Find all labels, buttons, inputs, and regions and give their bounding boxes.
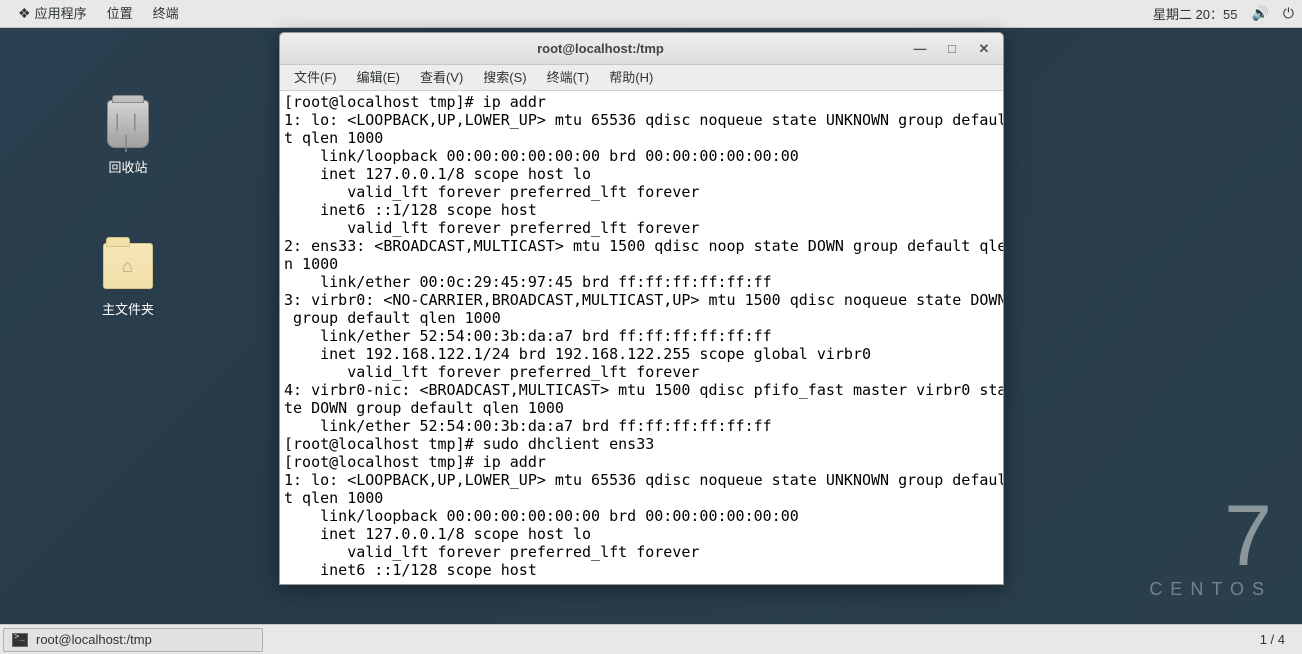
menu-edit[interactable]: 编辑(E) bbox=[347, 65, 410, 91]
trash-label: 回收站 bbox=[88, 157, 168, 176]
centos-version: 7 bbox=[1149, 493, 1272, 579]
top-panel-left: ❖ 应用程序 位置 终端 bbox=[8, 0, 189, 28]
centos-name: CENTOS bbox=[1149, 579, 1272, 600]
window-controls: — □ ✕ bbox=[911, 40, 993, 58]
top-panel: ❖ 应用程序 位置 终端 星期二 20：55 🔊 ⏻ bbox=[0, 0, 1302, 28]
volume-icon[interactable]: 🔊 bbox=[1251, 5, 1268, 22]
terminal-output[interactable]: [root@localhost tmp]# ip addr 1: lo: <LO… bbox=[280, 91, 1003, 584]
desktop[interactable]: 回收站 ⌂ 主文件夹 7 CENTOS root@localhost:/tmp … bbox=[0, 28, 1302, 624]
trash-can-icon bbox=[103, 96, 153, 151]
menu-search[interactable]: 搜索(S) bbox=[473, 65, 536, 91]
folder-icon: ⌂ bbox=[103, 238, 153, 293]
power-icon[interactable]: ⏻ bbox=[1283, 5, 1294, 22]
taskbar-terminal[interactable]: root@localhost:/tmp bbox=[3, 628, 263, 652]
workspace-switcher[interactable]: 1 / 4 bbox=[1246, 632, 1299, 647]
home-folder-icon[interactable]: ⌂ 主文件夹 bbox=[88, 238, 168, 318]
menu-terminal[interactable]: 终端(T) bbox=[537, 65, 600, 91]
menu-help[interactable]: 帮助(H) bbox=[599, 65, 663, 91]
applications-icon: ❖ bbox=[18, 0, 31, 27]
maximize-button[interactable]: □ bbox=[943, 40, 961, 58]
applications-label: 应用程序 bbox=[35, 6, 87, 21]
menubar: 文件(F) 编辑(E) 查看(V) 搜索(S) 终端(T) 帮助(H) bbox=[280, 65, 1003, 91]
titlebar[interactable]: root@localhost:/tmp — □ ✕ bbox=[280, 33, 1003, 65]
places-menu[interactable]: 位置 bbox=[97, 0, 143, 28]
menu-file[interactable]: 文件(F) bbox=[284, 65, 347, 91]
terminal-menu[interactable]: 终端 bbox=[143, 0, 189, 28]
window-title: root@localhost:/tmp bbox=[290, 41, 911, 56]
bottom-panel: root@localhost:/tmp 1 / 4 bbox=[0, 624, 1302, 654]
close-button[interactable]: ✕ bbox=[975, 40, 993, 58]
top-panel-right: 星期二 20：55 🔊 ⏻ bbox=[1153, 4, 1294, 23]
clock[interactable]: 星期二 20：55 bbox=[1153, 4, 1238, 23]
applications-menu[interactable]: ❖ 应用程序 bbox=[8, 0, 97, 28]
centos-brand: 7 CENTOS bbox=[1149, 493, 1272, 600]
terminal-icon bbox=[12, 633, 28, 647]
terminal-window: root@localhost:/tmp — □ ✕ 文件(F) 编辑(E) 查看… bbox=[279, 32, 1004, 585]
menu-view[interactable]: 查看(V) bbox=[410, 65, 473, 91]
home-folder-label: 主文件夹 bbox=[88, 299, 168, 318]
minimize-button[interactable]: — bbox=[911, 40, 929, 58]
trash-icon[interactable]: 回收站 bbox=[88, 96, 168, 176]
taskbar-label: root@localhost:/tmp bbox=[36, 632, 152, 647]
